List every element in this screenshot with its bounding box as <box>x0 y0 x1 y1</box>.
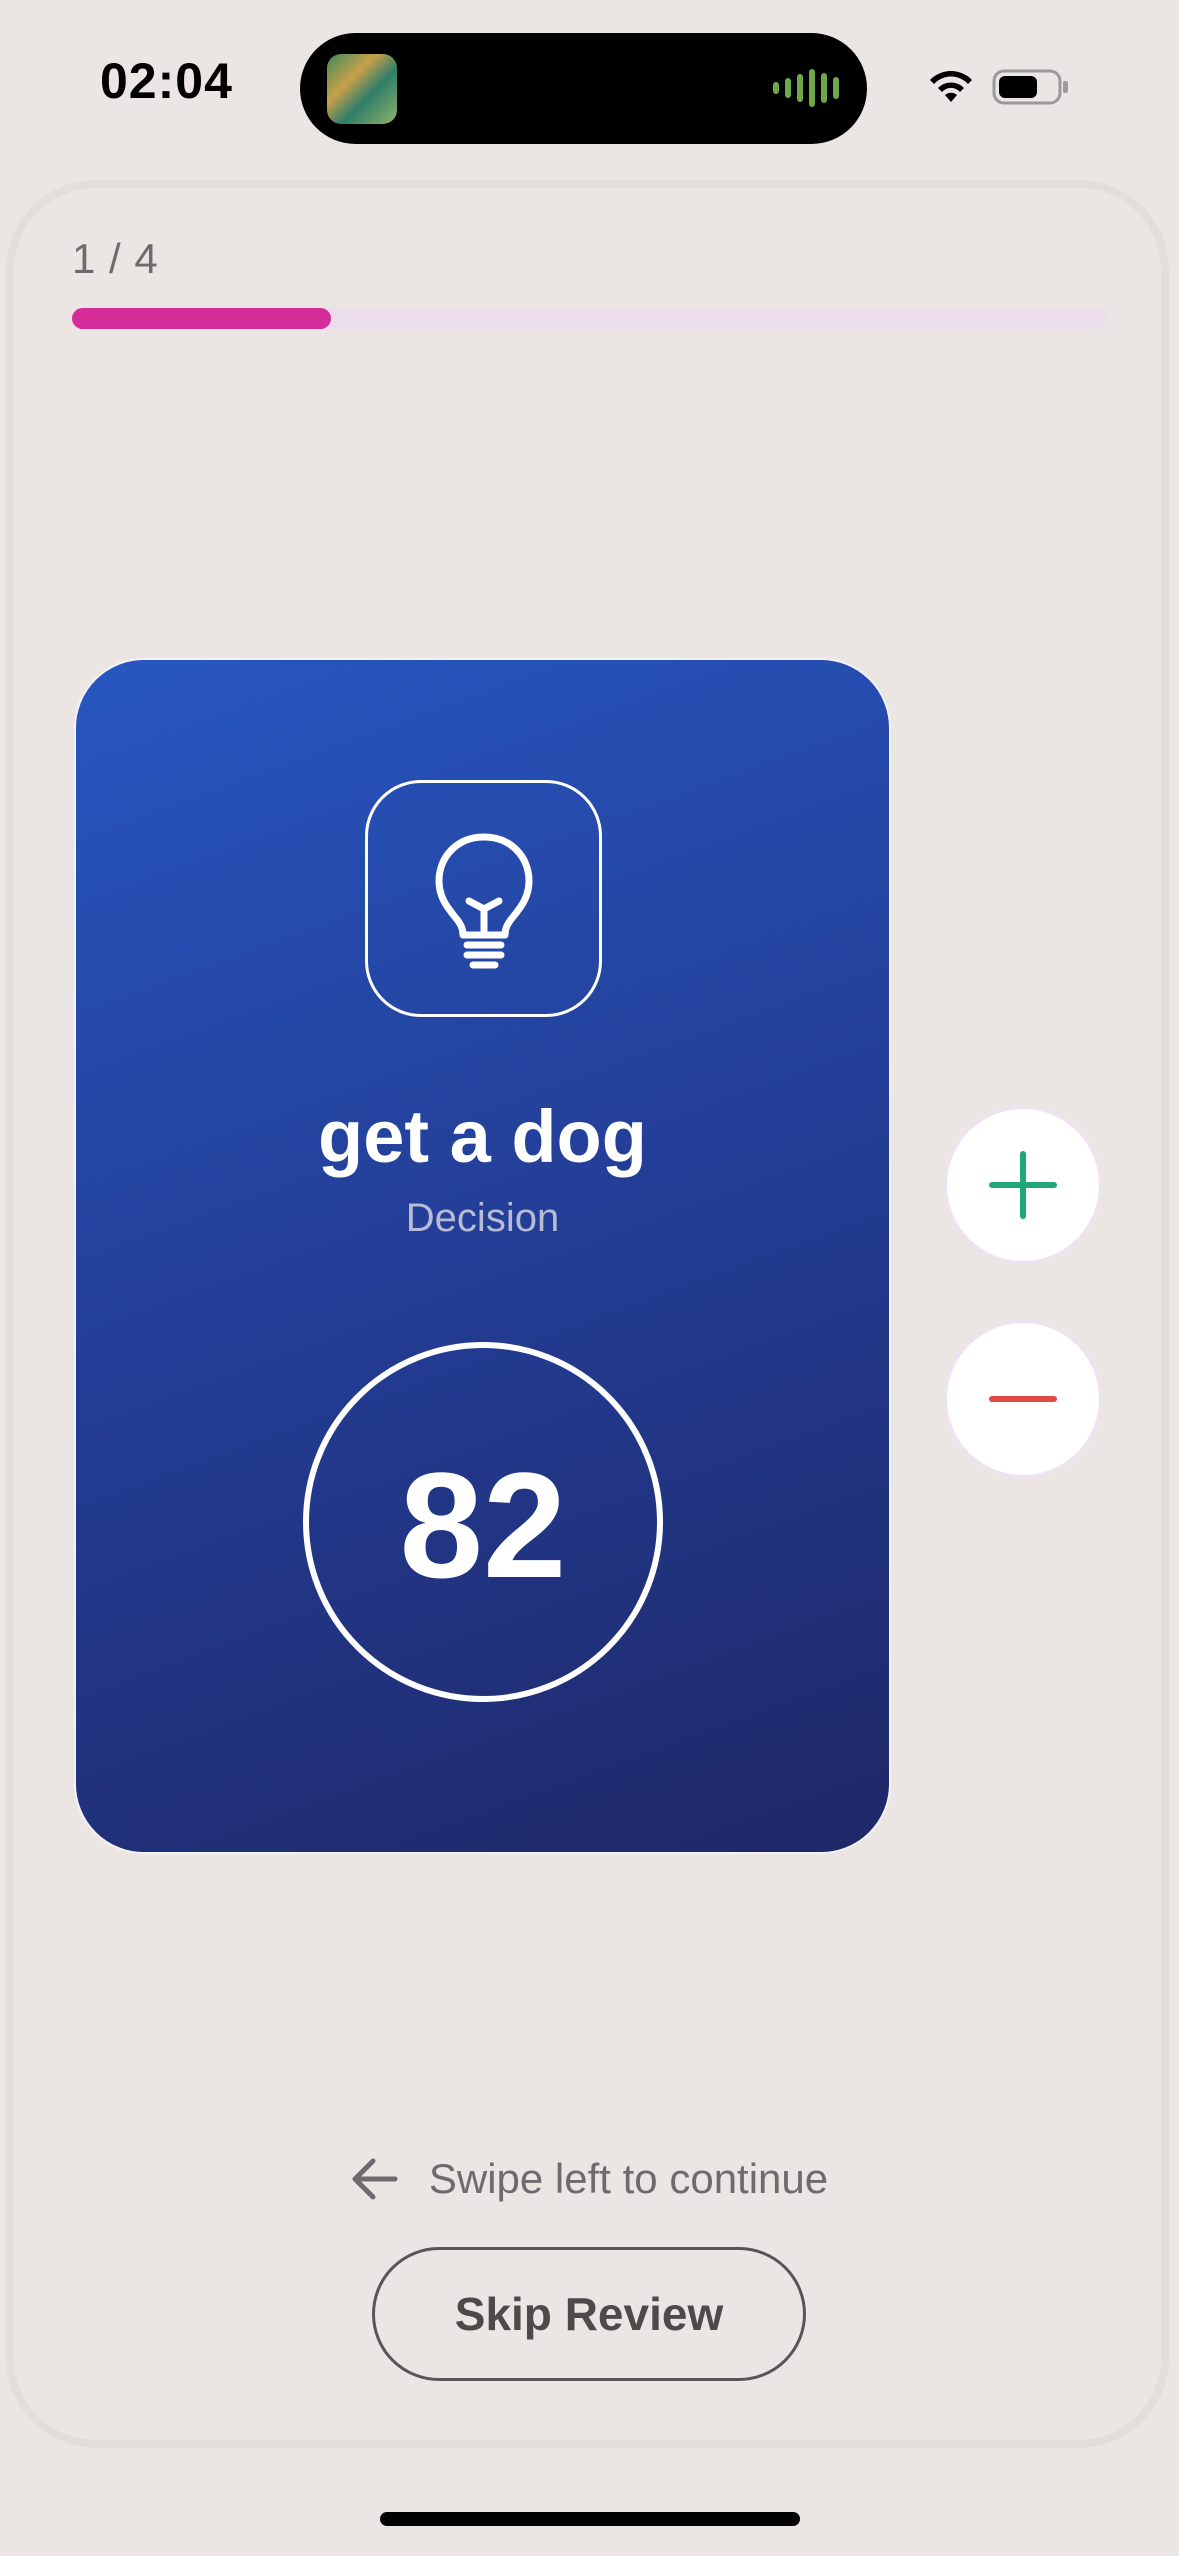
plus-icon <box>989 1151 1057 1219</box>
swipe-hint: Swipe left to continue <box>0 2155 1179 2203</box>
score-value: 82 <box>399 1441 567 1609</box>
album-art <box>327 54 397 124</box>
wifi-icon <box>930 71 972 102</box>
home-indicator[interactable] <box>380 2512 800 2526</box>
upvote-button[interactable] <box>944 1106 1102 1264</box>
progress-label: 1 / 4 <box>72 235 159 282</box>
downvote-button[interactable] <box>944 1320 1102 1478</box>
status-time: 02:04 <box>100 53 233 109</box>
progress-fill <box>72 308 331 329</box>
screen: 02:04 1 / 4 get a dog Decision 82 Swipe … <box>0 0 1179 2556</box>
dynamic-island[interactable] <box>300 33 867 144</box>
lightbulb-icon <box>435 833 533 969</box>
battery-icon <box>992 69 1068 105</box>
card-title: get a dog <box>318 1095 647 1178</box>
minus-icon <box>989 1396 1057 1402</box>
waveform-icon <box>773 68 839 108</box>
skip-review-button[interactable]: Skip Review <box>372 2247 806 2381</box>
arrow-left-icon <box>352 2158 398 2200</box>
score-circle: 82 <box>303 1342 663 1702</box>
swipe-hint-text: Swipe left to continue <box>428 2155 829 2202</box>
review-card[interactable]: get a dog Decision 82 <box>74 658 891 1854</box>
card-subtitle: Decision <box>405 1196 560 1240</box>
card-icon-box <box>365 780 602 1017</box>
progress-bar <box>72 308 1106 329</box>
